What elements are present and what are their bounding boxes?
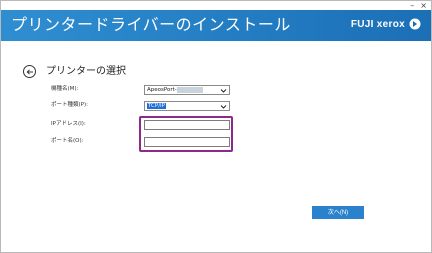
chevron-down-icon [220,105,227,109]
ip-address-label: IPアドレス(I): [51,121,86,127]
model-value: ApeosPort- [147,87,177,93]
port-name-label: ポート名(O): [51,138,84,144]
installer-window: – × プリンタードライバーのインストール FUJI xerox プリンターの選… [0,0,432,253]
next-button[interactable]: 次へ(N) [312,206,364,219]
brand-name: FUJI xerox [350,18,405,30]
window-caption-buttons: – × [410,1,427,10]
brand-logo: FUJI xerox [351,18,421,30]
fields-highlight-box [139,116,233,152]
back-button[interactable] [23,65,36,78]
back-arrow-icon [26,68,33,75]
minimize-button[interactable]: – [410,1,414,10]
model-label: 機種名(M): [51,86,79,92]
chevron-down-icon [220,89,227,93]
model-select[interactable]: ApeosPort- [144,85,230,95]
header-bar: プリンタードライバーのインストール FUJI xerox [1,10,431,41]
port-type-label: ポート種類(P): [51,102,88,108]
brand-mark-icon [409,18,421,30]
installer-title: プリンタードライバーのインストール [11,15,291,34]
port-type-select[interactable]: TCP/IP [144,101,230,111]
redacted-model-suffix [176,86,203,93]
page-title: プリンターの選択 [46,66,126,77]
port-type-value: TCP/IP [147,103,166,109]
close-button[interactable]: × [420,1,427,10]
